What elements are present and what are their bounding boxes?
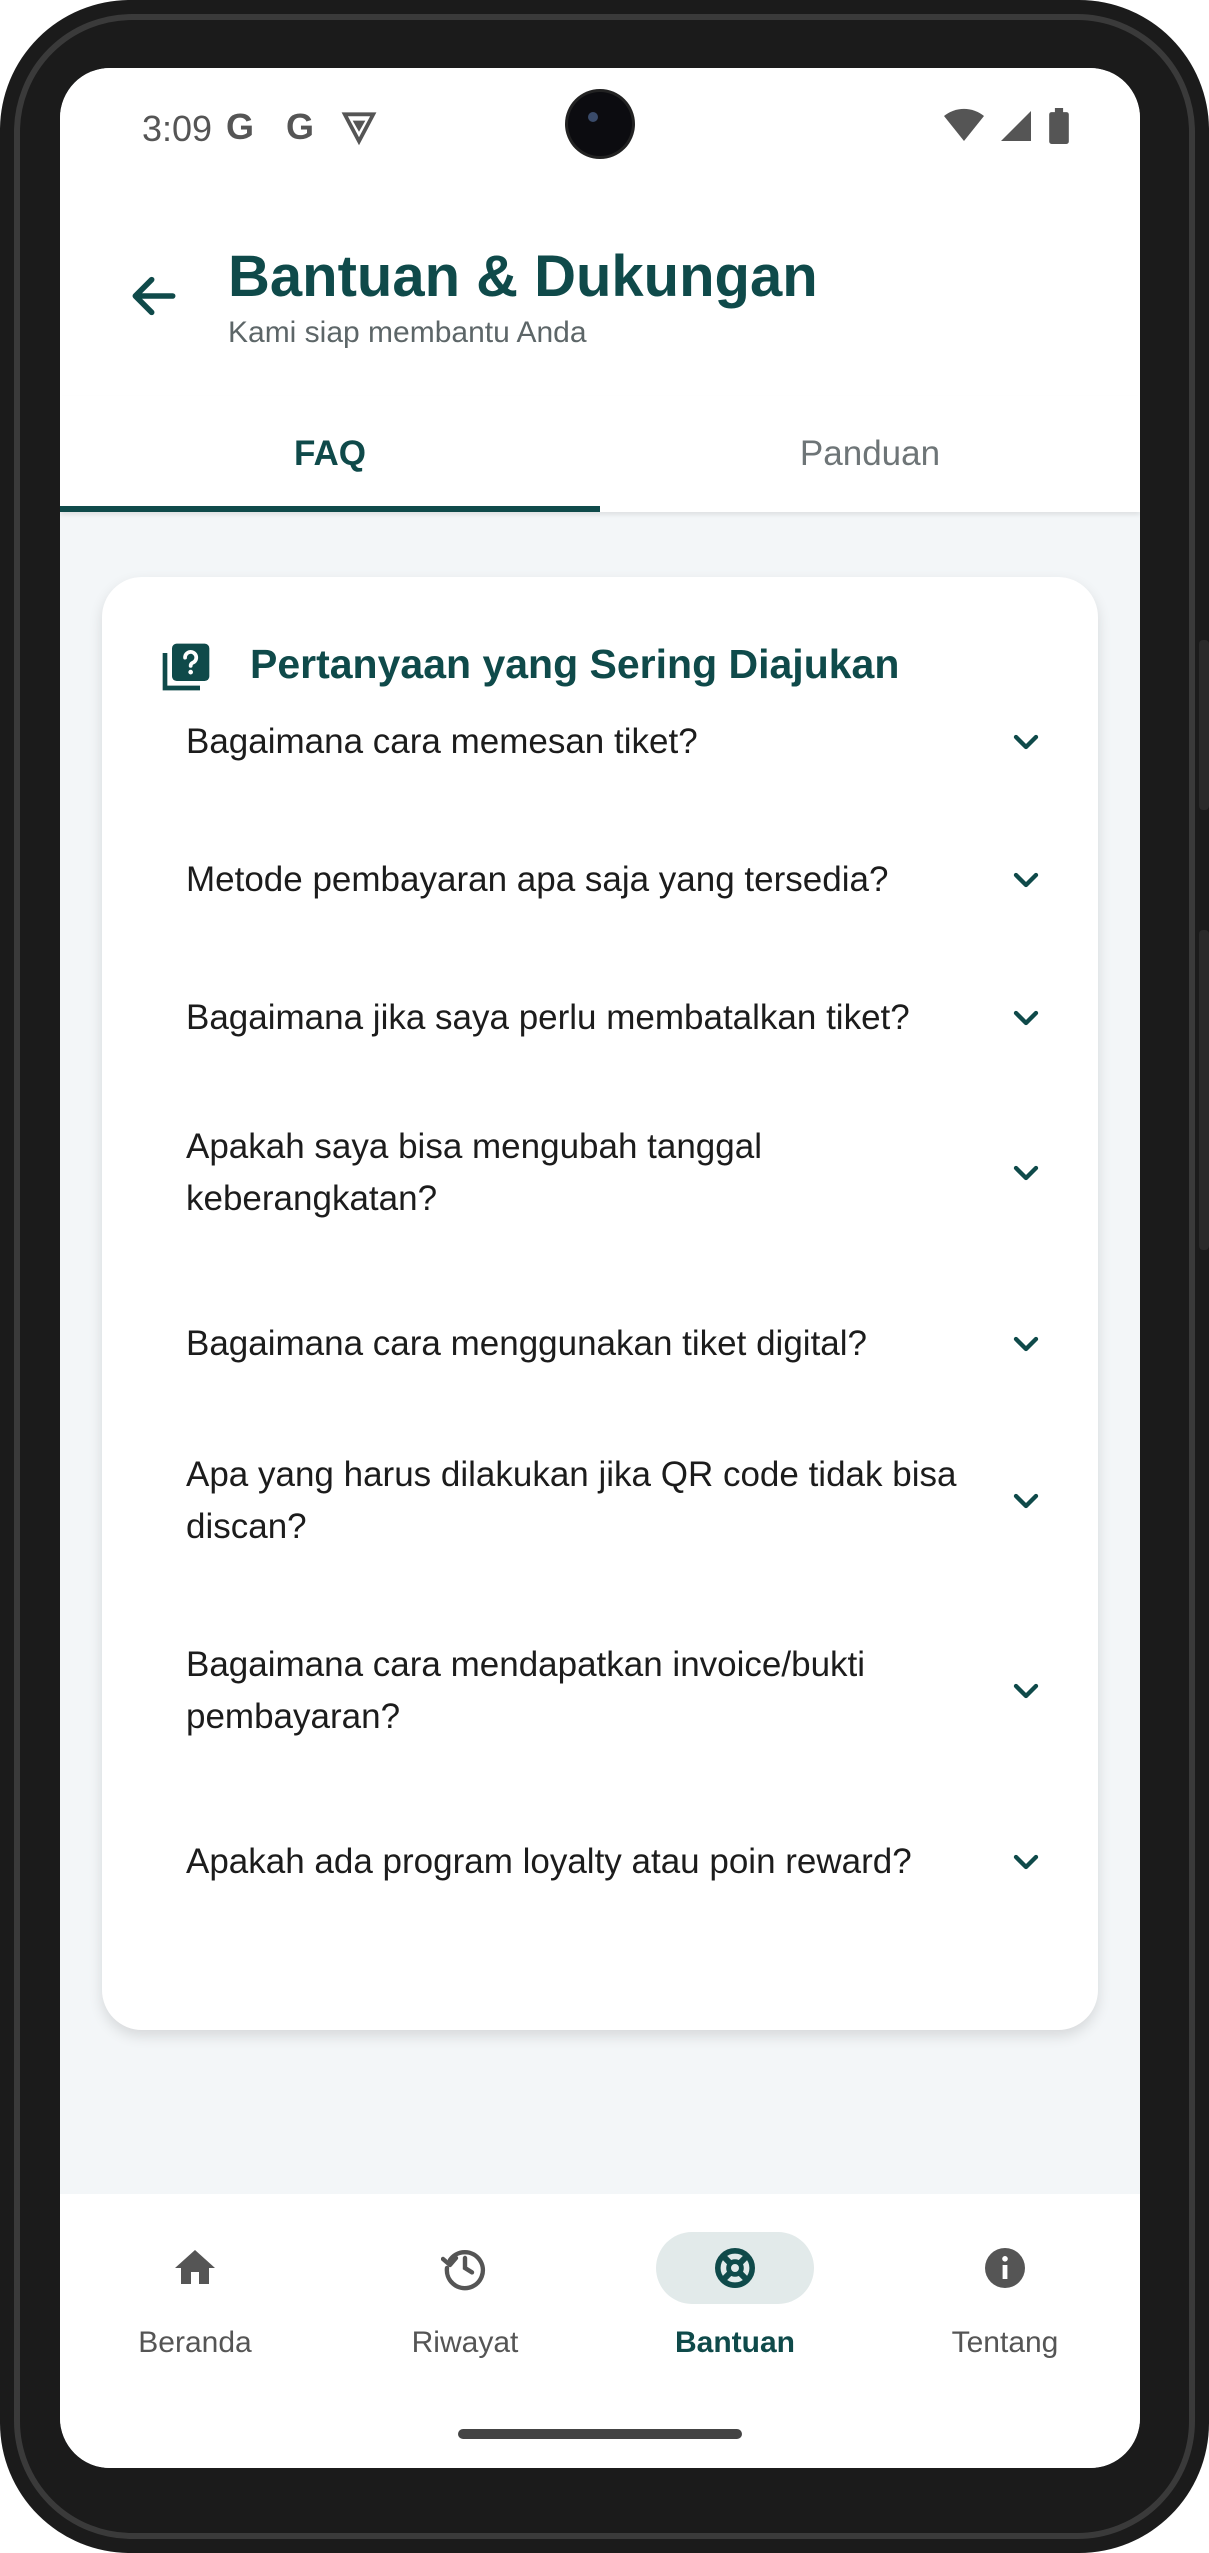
- tab-faq[interactable]: FAQ: [60, 396, 600, 512]
- status-time: 3:09: [142, 108, 213, 149]
- faq-item[interactable]: Bagaimana cara memesan tiket?: [186, 679, 1046, 805]
- status-bar: 3:09 G G: [60, 68, 1140, 198]
- nav-label: Tentang: [951, 2326, 1059, 2359]
- gesture-bar[interactable]: [458, 2429, 742, 2439]
- support-icon: [714, 2247, 756, 2289]
- battery-icon: [1049, 108, 1069, 144]
- faq-item[interactable]: Metode pembayaran apa saja yang tersedia…: [186, 817, 1046, 943]
- faq-question: Bagaimana cara memesan tiket?: [186, 722, 698, 761]
- shield-notification-icon: [341, 112, 377, 146]
- active-tab-indicator: [60, 506, 600, 512]
- faq-card: Pertanyaan yang Sering Diajukan Bagaiman…: [102, 577, 1098, 2030]
- nav-item-riwayat[interactable]: Riwayat: [330, 2194, 600, 2394]
- chevron-down-icon[interactable]: [1006, 722, 1046, 762]
- nav-item-bantuan[interactable]: Bantuan: [600, 2194, 870, 2394]
- home-icon: [175, 2250, 215, 2284]
- chevron-down-icon[interactable]: [1006, 1324, 1046, 1364]
- faq-item[interactable]: Bagaimana cara mendapatkan invoice/bukti…: [186, 1613, 1046, 1769]
- app-header: Bantuan & Dukungan Kami siap membantu An…: [60, 198, 1140, 398]
- power-button: [1199, 930, 1209, 1250]
- nav-item-beranda[interactable]: Beranda: [60, 2194, 330, 2394]
- page-title: Bantuan & Dukungan: [228, 244, 818, 309]
- faq-question: Apakah ada program loyalty atau poin rew…: [186, 1842, 912, 1881]
- faq-item[interactable]: Apakah saya bisa mengubah tanggal kebera…: [186, 1095, 1046, 1251]
- app-screen: 3:09 G G Bantuan & Dukungan Kami siap me…: [60, 68, 1140, 2468]
- chevron-down-icon[interactable]: [1006, 1671, 1046, 1711]
- faq-question: Metode pembayaran apa saja yang tersedia…: [186, 860, 889, 899]
- faq-item[interactable]: Apa yang harus dilakukan jika QR code ti…: [186, 1423, 1046, 1579]
- signal-icon: [1001, 111, 1031, 141]
- chevron-down-icon[interactable]: [1006, 998, 1046, 1038]
- status-right-icons: [944, 108, 1070, 144]
- nav-item-tentang[interactable]: Tentang: [870, 2194, 1140, 2394]
- page-subtitle: Kami siap membantu Anda: [228, 316, 587, 349]
- status-left-icons: G G: [220, 106, 378, 148]
- nav-label: Bantuan: [675, 2326, 795, 2359]
- nav-label: Beranda: [138, 2326, 252, 2359]
- faq-item[interactable]: Bagaimana jika saya perlu membatalkan ti…: [186, 955, 1046, 1081]
- google-icon: G: [225, 106, 254, 147]
- phone-frame: 3:09 G G Bantuan & Dukungan Kami siap me…: [0, 0, 1209, 2553]
- faq-item[interactable]: Apakah ada program loyalty atau poin rew…: [186, 1799, 1046, 1925]
- faq-item[interactable]: Bagaimana cara menggunakan tiket digital…: [186, 1281, 1046, 1407]
- google-icon: G: [285, 106, 314, 147]
- tab-bar: FAQ Panduan: [60, 396, 1140, 512]
- faq-question: Bagaimana cara menggunakan tiket digital…: [186, 1324, 867, 1363]
- faq-question: Apakah saya bisa mengubah tanggal kebera…: [186, 1127, 762, 1218]
- volume-button: [1199, 640, 1209, 810]
- wifi-icon: [944, 108, 984, 141]
- history-icon: [441, 2249, 486, 2291]
- back-arrow-icon[interactable]: [126, 268, 182, 324]
- chevron-down-icon[interactable]: [1006, 860, 1046, 900]
- info-icon: [985, 2248, 1025, 2288]
- faq-question: Bagaimana cara mendapatkan invoice/bukti…: [186, 1645, 866, 1736]
- nav-label: Riwayat: [411, 2326, 519, 2359]
- chevron-down-icon[interactable]: [1006, 1842, 1046, 1882]
- bottom-navigation: Beranda Riwayat Bantuan Tentang: [60, 2194, 1140, 2468]
- faq-question: Bagaimana jika saya perlu membatalkan ti…: [186, 998, 910, 1037]
- faq-question: Apa yang harus dilakukan jika QR code ti…: [186, 1455, 957, 1546]
- tab-panduan[interactable]: Panduan: [600, 396, 1140, 512]
- front-camera: [568, 92, 632, 156]
- chevron-down-icon[interactable]: [1006, 1481, 1046, 1521]
- chevron-down-icon[interactable]: [1006, 1153, 1046, 1193]
